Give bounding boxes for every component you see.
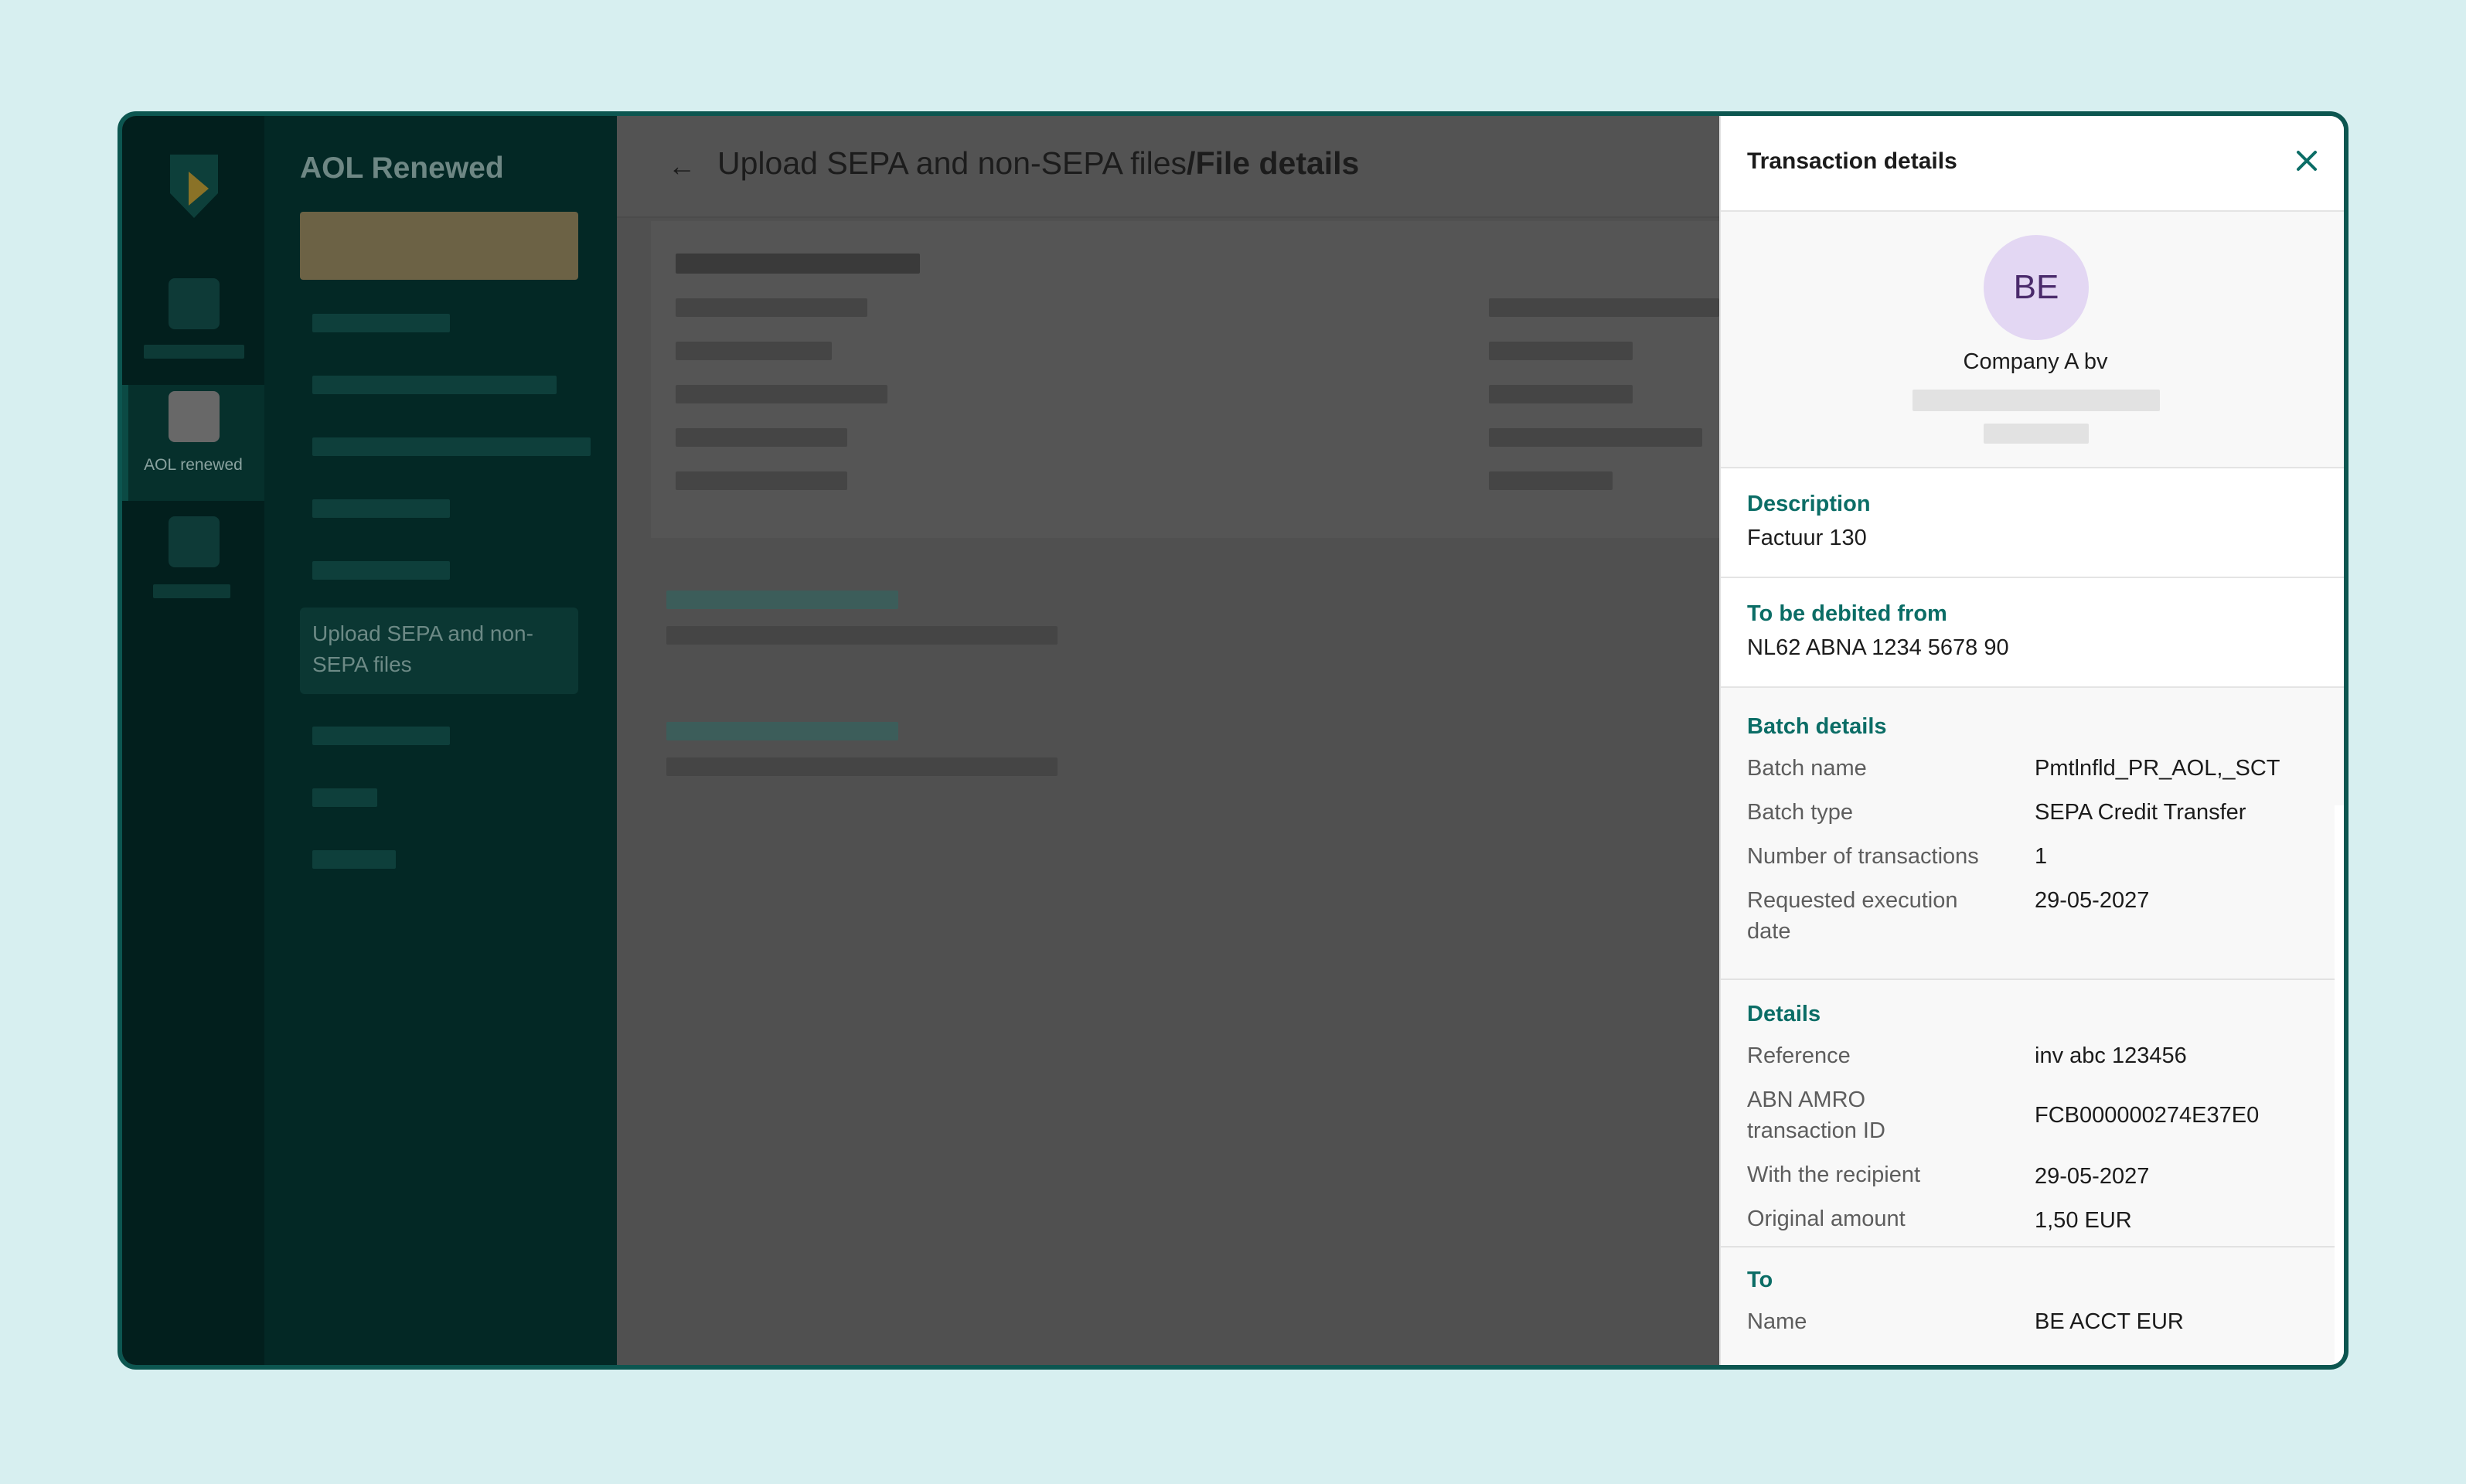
nav-item-label: Upload SEPA and non-SEPA files [312, 621, 533, 676]
main-content: ← Upload SEPA and non-SEPA files/File de… [617, 116, 1719, 1365]
nav-item-upload-sepa[interactable]: Upload SEPA and non-SEPA files [300, 608, 578, 694]
skeleton-line [1489, 342, 1633, 360]
primary-action-button[interactable] [300, 212, 578, 280]
breadcrumb-separator: / [1187, 145, 1196, 181]
transaction-count-label: Number of transactions [1747, 844, 1979, 869]
description-section: Description Factuur 130 [1721, 468, 2344, 578]
skeleton-line [676, 254, 920, 274]
app-title: AOL Renewed [300, 151, 504, 185]
nav-item[interactable] [312, 314, 450, 332]
batch-type-label: Batch type [1747, 800, 1854, 825]
side-navigation: AOL Renewed Upload SEPA and non-SEPA fil… [264, 116, 617, 1365]
arrow-left-icon[interactable]: ← [668, 150, 696, 182]
skeleton-line [676, 471, 847, 490]
execution-date-value: 29-05-2027 [2035, 888, 2150, 913]
breadcrumb-current: File details [1195, 145, 1360, 181]
skeleton-line [676, 428, 847, 447]
rail-item-aol-renewed[interactable]: AOL renewed [122, 385, 264, 501]
to-title: To [1747, 1268, 1773, 1292]
skeleton-line [666, 757, 1058, 776]
breadcrumb: Upload SEPA and non-SEPA files/File deta… [717, 145, 1359, 182]
icon-rail: AOL renewed [122, 116, 264, 1365]
batch-details-title: Batch details [1747, 714, 1887, 739]
batch-name-value: Pmtlnfld_PR_AOL,_SCT [2035, 756, 2280, 781]
transaction-details-panel: Transaction details BE Company A bv Desc… [1719, 116, 2344, 1365]
skeleton-line [676, 298, 867, 317]
panel-title: Transaction details [1747, 148, 1957, 174]
app-window: AOL renewed AOL Renewed Upload SEPA and … [118, 111, 2348, 1370]
reference-value: inv abc 123456 [2035, 1043, 2187, 1068]
skeleton-line [1489, 471, 1613, 490]
transaction-id-value: FCB000000274E37E0 [2035, 1103, 2260, 1128]
debit-account-label: To be debited from [1747, 601, 1947, 626]
skeleton-line [676, 385, 887, 403]
skeleton-line [1489, 298, 1719, 317]
scrollbar[interactable] [2335, 805, 2344, 1365]
description-label: Description [1747, 492, 1871, 516]
skeleton-line [1489, 428, 1702, 447]
skeleton-line [666, 626, 1058, 645]
skeleton-link [666, 722, 898, 740]
skeleton-line [1984, 424, 2089, 444]
details-scroll-area[interactable]: Batch details Batch name Pmtlnfld_PR_AOL… [1721, 688, 2335, 1365]
skeleton-link [666, 591, 898, 609]
rail-item-label: AOL renewed [144, 456, 243, 474]
reference-label: Reference [1747, 1043, 1851, 1068]
rail-item-3[interactable] [122, 516, 264, 632]
company-name: Company A bv [1963, 349, 2108, 374]
divider [1721, 979, 2335, 980]
debit-account-value: NL62 ABNA 1234 5678 90 [1747, 635, 2009, 660]
close-icon[interactable] [2284, 138, 2330, 184]
description-value: Factuur 130 [1747, 526, 1867, 550]
nav-item[interactable] [312, 727, 450, 745]
nav-item[interactable] [312, 499, 450, 518]
nav-item[interactable] [312, 561, 450, 580]
page-header: ← Upload SEPA and non-SEPA files/File de… [617, 116, 1719, 218]
transaction-count-value: 1 [2035, 844, 2048, 869]
recipient-date-value: 29-05-2027 [2035, 1164, 2150, 1189]
rail-item-1[interactable] [122, 271, 264, 386]
breadcrumb-parent[interactable]: Upload SEPA and non-SEPA files [717, 145, 1187, 181]
rail-icon [169, 391, 220, 442]
rail-label-placeholder [153, 584, 230, 598]
nav-item[interactable] [312, 376, 557, 394]
divider [1721, 1246, 2335, 1247]
counterparty-summary: BE Company A bv [1721, 212, 2344, 468]
nav-item[interactable] [312, 437, 591, 456]
panel-header: Transaction details [1721, 116, 2344, 212]
rail-icon [169, 278, 220, 329]
original-amount-value: 1,50 EUR [2035, 1208, 2132, 1233]
skeleton-line [676, 342, 832, 360]
recipient-name-value: BE ACCT EUR [2035, 1309, 2184, 1334]
batch-name-label: Batch name [1747, 756, 1867, 781]
recipient-date-label: With the recipient [1747, 1162, 1921, 1187]
batch-type-value: SEPA Credit Transfer [2035, 800, 2246, 825]
file-summary-card [651, 221, 1719, 538]
rail-label-placeholder [144, 345, 244, 359]
debit-account-section: To be debited from NL62 ABNA 1234 5678 9… [1721, 578, 2344, 688]
skeleton-line [1489, 385, 1633, 403]
details-title: Details [1747, 1002, 1821, 1026]
rail-icon [169, 516, 220, 567]
nav-item[interactable] [312, 788, 377, 807]
execution-date-label: Requested execution date [1747, 888, 1958, 944]
avatar: BE [1984, 235, 2089, 340]
nav-item[interactable] [312, 850, 396, 869]
recipient-name-label: Name [1747, 1309, 1807, 1334]
bank-logo-icon [170, 155, 218, 218]
skeleton-line [1913, 390, 2160, 411]
original-amount-label: Original amount [1747, 1207, 1906, 1231]
transaction-id-label: ABN AMRO transaction ID [1747, 1087, 1885, 1143]
